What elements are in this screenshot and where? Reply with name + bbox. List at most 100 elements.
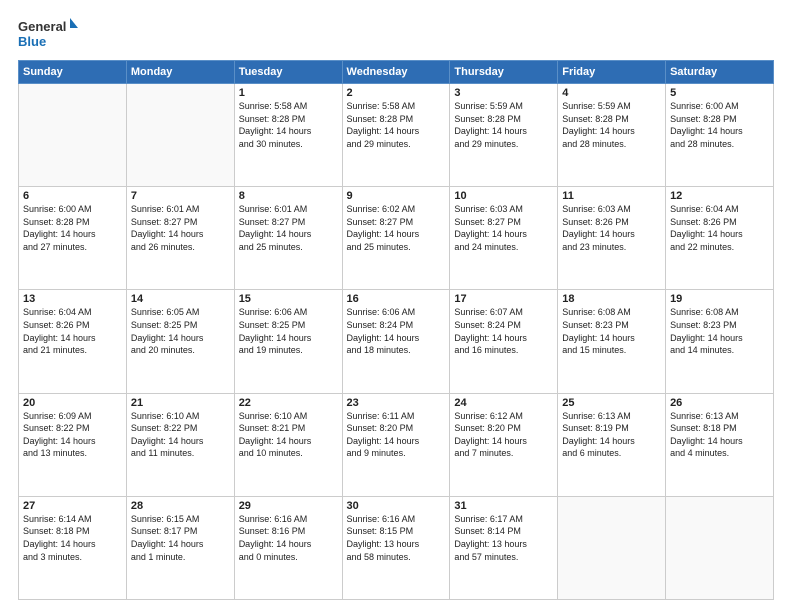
weekday-header-thursday: Thursday xyxy=(450,61,558,84)
calendar-cell: 31Sunrise: 6:17 AM Sunset: 8:14 PM Dayli… xyxy=(450,496,558,599)
day-number: 14 xyxy=(131,293,230,305)
calendar-cell: 19Sunrise: 6:08 AM Sunset: 8:23 PM Dayli… xyxy=(666,290,774,393)
day-info: Sunrise: 6:00 AM Sunset: 8:28 PM Dayligh… xyxy=(23,203,122,253)
day-info: Sunrise: 6:11 AM Sunset: 8:20 PM Dayligh… xyxy=(347,410,446,460)
day-info: Sunrise: 6:01 AM Sunset: 8:27 PM Dayligh… xyxy=(131,203,230,253)
calendar: SundayMondayTuesdayWednesdayThursdayFrid… xyxy=(18,60,774,600)
day-info: Sunrise: 5:58 AM Sunset: 8:28 PM Dayligh… xyxy=(347,100,446,150)
calendar-cell: 23Sunrise: 6:11 AM Sunset: 8:20 PM Dayli… xyxy=(342,393,450,496)
day-number: 26 xyxy=(670,397,769,409)
calendar-cell: 11Sunrise: 6:03 AM Sunset: 8:26 PM Dayli… xyxy=(558,187,666,290)
week-row-4: 20Sunrise: 6:09 AM Sunset: 8:22 PM Dayli… xyxy=(19,393,774,496)
day-number: 8 xyxy=(239,190,338,202)
day-info: Sunrise: 6:00 AM Sunset: 8:28 PM Dayligh… xyxy=(670,100,769,150)
calendar-cell: 28Sunrise: 6:15 AM Sunset: 8:17 PM Dayli… xyxy=(126,496,234,599)
day-info: Sunrise: 6:02 AM Sunset: 8:27 PM Dayligh… xyxy=(347,203,446,253)
day-number: 9 xyxy=(347,190,446,202)
day-info: Sunrise: 5:58 AM Sunset: 8:28 PM Dayligh… xyxy=(239,100,338,150)
calendar-cell: 15Sunrise: 6:06 AM Sunset: 8:25 PM Dayli… xyxy=(234,290,342,393)
day-info: Sunrise: 6:06 AM Sunset: 8:24 PM Dayligh… xyxy=(347,306,446,356)
page: General Blue SundayMondayTuesdayWednesda… xyxy=(0,0,792,612)
logo: General Blue xyxy=(18,16,78,52)
day-info: Sunrise: 6:06 AM Sunset: 8:25 PM Dayligh… xyxy=(239,306,338,356)
calendar-cell: 8Sunrise: 6:01 AM Sunset: 8:27 PM Daylig… xyxy=(234,187,342,290)
day-number: 18 xyxy=(562,293,661,305)
calendar-cell: 9Sunrise: 6:02 AM Sunset: 8:27 PM Daylig… xyxy=(342,187,450,290)
calendar-cell xyxy=(666,496,774,599)
day-info: Sunrise: 6:17 AM Sunset: 8:14 PM Dayligh… xyxy=(454,513,553,563)
calendar-cell: 2Sunrise: 5:58 AM Sunset: 8:28 PM Daylig… xyxy=(342,84,450,187)
day-info: Sunrise: 6:08 AM Sunset: 8:23 PM Dayligh… xyxy=(562,306,661,356)
day-info: Sunrise: 6:04 AM Sunset: 8:26 PM Dayligh… xyxy=(23,306,122,356)
day-number: 7 xyxy=(131,190,230,202)
day-number: 23 xyxy=(347,397,446,409)
day-number: 3 xyxy=(454,87,553,99)
calendar-cell: 22Sunrise: 6:10 AM Sunset: 8:21 PM Dayli… xyxy=(234,393,342,496)
weekday-header-sunday: Sunday xyxy=(19,61,127,84)
calendar-cell: 5Sunrise: 6:00 AM Sunset: 8:28 PM Daylig… xyxy=(666,84,774,187)
calendar-cell: 14Sunrise: 6:05 AM Sunset: 8:25 PM Dayli… xyxy=(126,290,234,393)
day-number: 15 xyxy=(239,293,338,305)
day-number: 11 xyxy=(562,190,661,202)
day-info: Sunrise: 6:10 AM Sunset: 8:22 PM Dayligh… xyxy=(131,410,230,460)
day-number: 10 xyxy=(454,190,553,202)
svg-text:General: General xyxy=(18,19,66,34)
day-info: Sunrise: 6:04 AM Sunset: 8:26 PM Dayligh… xyxy=(670,203,769,253)
day-number: 22 xyxy=(239,397,338,409)
calendar-cell: 20Sunrise: 6:09 AM Sunset: 8:22 PM Dayli… xyxy=(19,393,127,496)
calendar-cell: 18Sunrise: 6:08 AM Sunset: 8:23 PM Dayli… xyxy=(558,290,666,393)
calendar-cell: 10Sunrise: 6:03 AM Sunset: 8:27 PM Dayli… xyxy=(450,187,558,290)
calendar-cell: 24Sunrise: 6:12 AM Sunset: 8:20 PM Dayli… xyxy=(450,393,558,496)
weekday-header-wednesday: Wednesday xyxy=(342,61,450,84)
calendar-cell: 13Sunrise: 6:04 AM Sunset: 8:26 PM Dayli… xyxy=(19,290,127,393)
day-number: 27 xyxy=(23,500,122,512)
week-row-1: 1Sunrise: 5:58 AM Sunset: 8:28 PM Daylig… xyxy=(19,84,774,187)
day-info: Sunrise: 6:03 AM Sunset: 8:26 PM Dayligh… xyxy=(562,203,661,253)
day-number: 6 xyxy=(23,190,122,202)
day-number: 31 xyxy=(454,500,553,512)
calendar-cell: 3Sunrise: 5:59 AM Sunset: 8:28 PM Daylig… xyxy=(450,84,558,187)
day-number: 19 xyxy=(670,293,769,305)
day-info: Sunrise: 5:59 AM Sunset: 8:28 PM Dayligh… xyxy=(562,100,661,150)
svg-text:Blue: Blue xyxy=(18,34,46,49)
day-info: Sunrise: 6:15 AM Sunset: 8:17 PM Dayligh… xyxy=(131,513,230,563)
calendar-cell: 29Sunrise: 6:16 AM Sunset: 8:16 PM Dayli… xyxy=(234,496,342,599)
day-info: Sunrise: 6:16 AM Sunset: 8:16 PM Dayligh… xyxy=(239,513,338,563)
day-number: 24 xyxy=(454,397,553,409)
day-info: Sunrise: 6:01 AM Sunset: 8:27 PM Dayligh… xyxy=(239,203,338,253)
calendar-cell: 16Sunrise: 6:06 AM Sunset: 8:24 PM Dayli… xyxy=(342,290,450,393)
day-number: 20 xyxy=(23,397,122,409)
day-info: Sunrise: 6:03 AM Sunset: 8:27 PM Dayligh… xyxy=(454,203,553,253)
day-number: 2 xyxy=(347,87,446,99)
day-info: Sunrise: 6:08 AM Sunset: 8:23 PM Dayligh… xyxy=(670,306,769,356)
day-number: 13 xyxy=(23,293,122,305)
calendar-cell: 6Sunrise: 6:00 AM Sunset: 8:28 PM Daylig… xyxy=(19,187,127,290)
calendar-cell: 17Sunrise: 6:07 AM Sunset: 8:24 PM Dayli… xyxy=(450,290,558,393)
day-number: 17 xyxy=(454,293,553,305)
day-info: Sunrise: 6:14 AM Sunset: 8:18 PM Dayligh… xyxy=(23,513,122,563)
day-info: Sunrise: 5:59 AM Sunset: 8:28 PM Dayligh… xyxy=(454,100,553,150)
calendar-cell: 26Sunrise: 6:13 AM Sunset: 8:18 PM Dayli… xyxy=(666,393,774,496)
logo-svg: General Blue xyxy=(18,16,78,52)
calendar-cell: 27Sunrise: 6:14 AM Sunset: 8:18 PM Dayli… xyxy=(19,496,127,599)
day-info: Sunrise: 6:16 AM Sunset: 8:15 PM Dayligh… xyxy=(347,513,446,563)
day-info: Sunrise: 6:13 AM Sunset: 8:19 PM Dayligh… xyxy=(562,410,661,460)
day-info: Sunrise: 6:13 AM Sunset: 8:18 PM Dayligh… xyxy=(670,410,769,460)
calendar-cell xyxy=(19,84,127,187)
weekday-header-monday: Monday xyxy=(126,61,234,84)
day-number: 1 xyxy=(239,87,338,99)
calendar-cell: 25Sunrise: 6:13 AM Sunset: 8:19 PM Dayli… xyxy=(558,393,666,496)
day-number: 16 xyxy=(347,293,446,305)
weekday-header-tuesday: Tuesday xyxy=(234,61,342,84)
week-row-3: 13Sunrise: 6:04 AM Sunset: 8:26 PM Dayli… xyxy=(19,290,774,393)
weekday-header-saturday: Saturday xyxy=(666,61,774,84)
calendar-cell: 7Sunrise: 6:01 AM Sunset: 8:27 PM Daylig… xyxy=(126,187,234,290)
day-info: Sunrise: 6:05 AM Sunset: 8:25 PM Dayligh… xyxy=(131,306,230,356)
day-number: 28 xyxy=(131,500,230,512)
day-number: 21 xyxy=(131,397,230,409)
day-info: Sunrise: 6:07 AM Sunset: 8:24 PM Dayligh… xyxy=(454,306,553,356)
calendar-cell xyxy=(126,84,234,187)
calendar-cell: 21Sunrise: 6:10 AM Sunset: 8:22 PM Dayli… xyxy=(126,393,234,496)
calendar-cell: 12Sunrise: 6:04 AM Sunset: 8:26 PM Dayli… xyxy=(666,187,774,290)
day-number: 30 xyxy=(347,500,446,512)
